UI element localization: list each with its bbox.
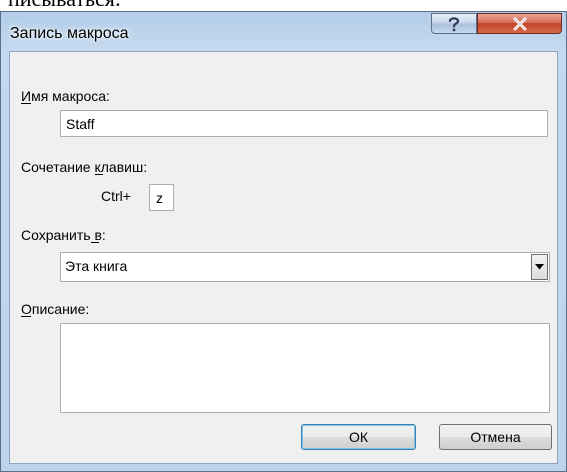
store-in-dropdown[interactable]: Эта книга bbox=[60, 252, 550, 282]
shortcut-label: Сочетание клавиш: bbox=[21, 159, 147, 175]
ok-button-label: ОК bbox=[348, 429, 369, 445]
ok-button[interactable]: ОК bbox=[301, 424, 416, 450]
question-mark-icon bbox=[448, 16, 460, 31]
access-key-underline bbox=[21, 316, 31, 317]
dialog-body: Имя макроса: Staff Сочетание клавиш: Ctr… bbox=[9, 51, 558, 464]
macro-name-value: Staff bbox=[66, 115, 95, 132]
close-x-icon bbox=[513, 17, 526, 30]
shortcut-prefix: Ctrl+ bbox=[101, 188, 131, 204]
macro-name-label-text: Имя макроса: bbox=[21, 88, 110, 104]
description-label: Описание: bbox=[21, 301, 89, 317]
store-in-label: Сохранить в: bbox=[21, 227, 106, 243]
description-textarea[interactable] bbox=[60, 323, 550, 413]
macro-name-label: Имя макроса: bbox=[21, 88, 110, 104]
cancel-button[interactable]: Отмена bbox=[439, 424, 552, 450]
shortcut-key-input[interactable]: z bbox=[149, 184, 174, 211]
record-macro-dialog: Запись макроса ? X Имя макроса: Staff Со… bbox=[0, 11, 567, 472]
macro-name-input[interactable]: Staff bbox=[60, 110, 548, 137]
store-in-label-text: Сохранить в: bbox=[21, 227, 106, 243]
access-key-underline bbox=[95, 174, 103, 175]
cancel-button-label: Отмена bbox=[470, 429, 521, 445]
chevron-down-icon bbox=[535, 264, 544, 270]
dialog-title: Запись макроса bbox=[10, 25, 129, 42]
access-key-underline bbox=[91, 242, 99, 243]
help-button[interactable]: ? bbox=[431, 13, 477, 34]
shortcut-label-text: Сочетание клавиш: bbox=[21, 159, 148, 175]
access-key-underline bbox=[21, 103, 31, 104]
shortcut-key-value: z bbox=[156, 189, 163, 206]
store-in-selected: Эта книга bbox=[65, 258, 128, 274]
close-button[interactable]: X bbox=[477, 13, 562, 34]
dropdown-arrow-button[interactable] bbox=[531, 254, 548, 280]
description-label-text: Описание: bbox=[21, 301, 90, 317]
